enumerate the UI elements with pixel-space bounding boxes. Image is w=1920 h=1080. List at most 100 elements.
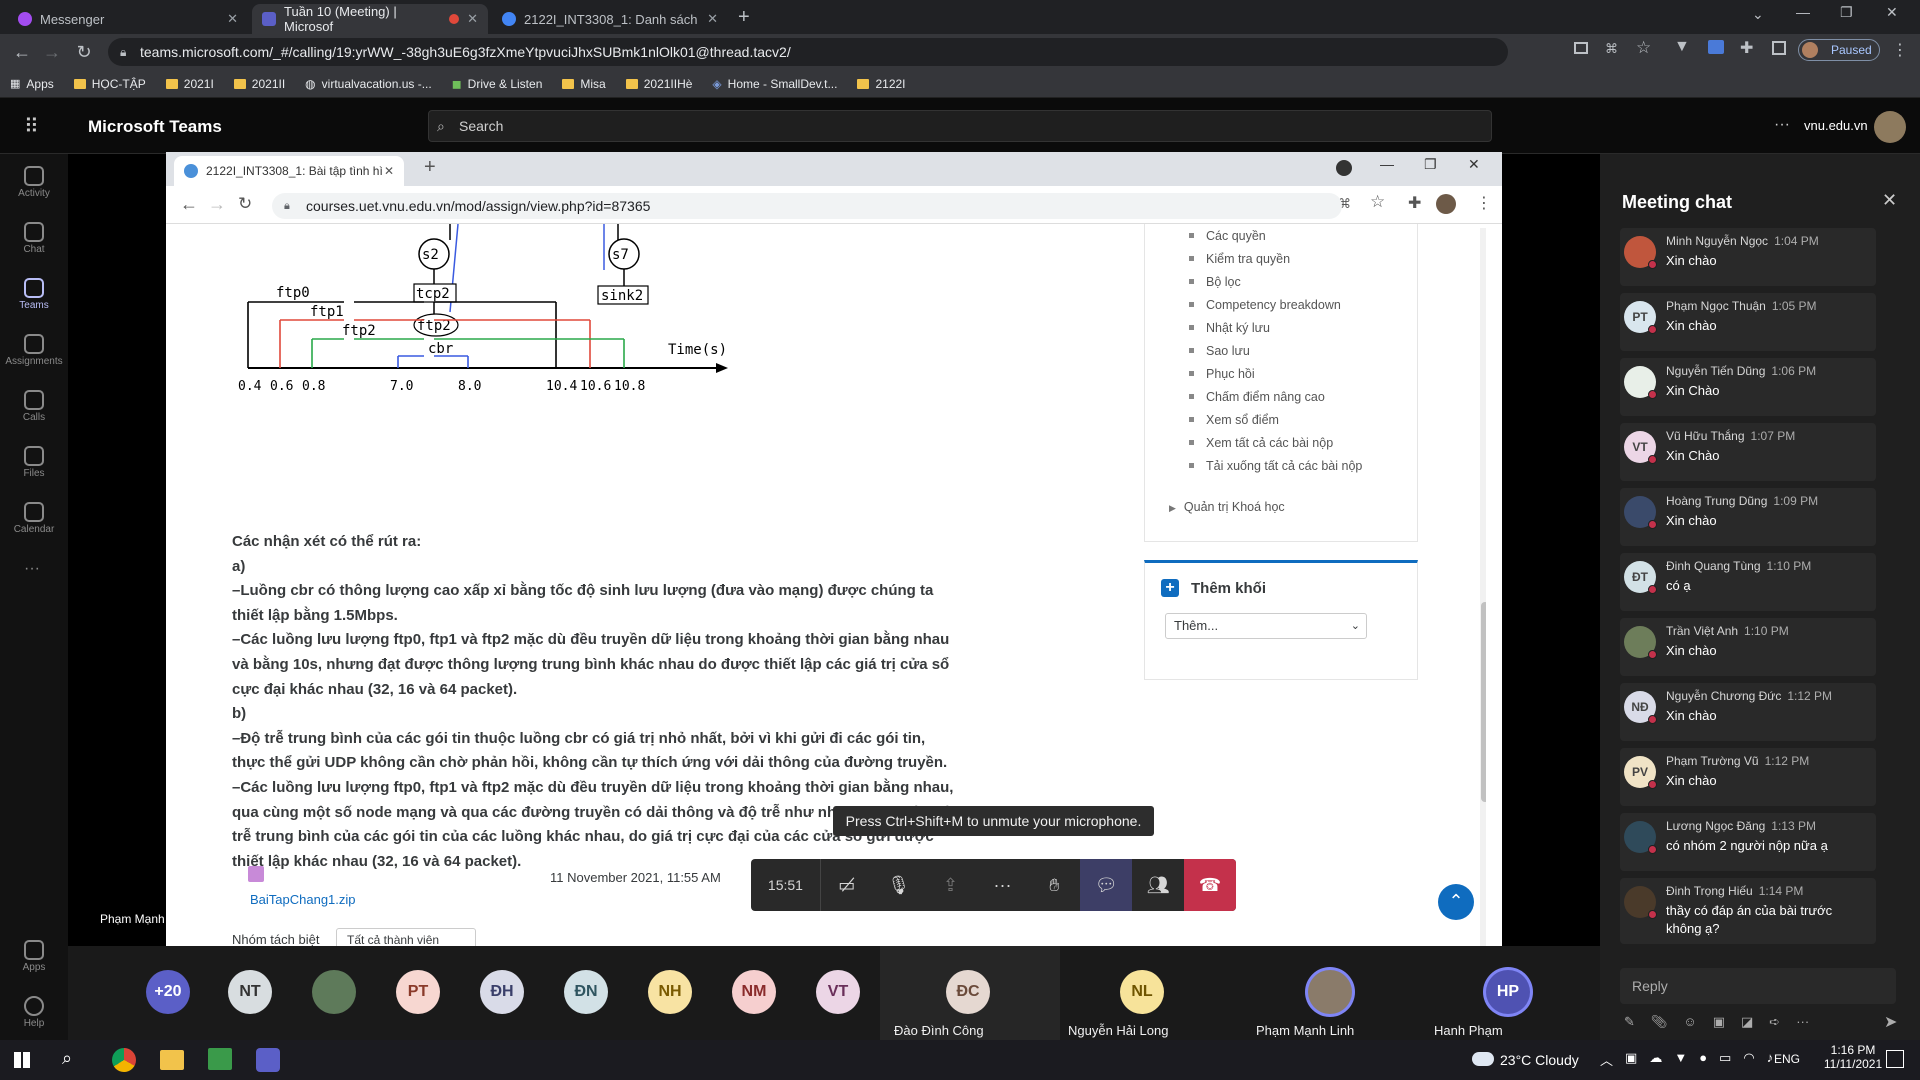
participant-avatar[interactable] [312, 970, 356, 1014]
chat-message[interactable]: Hoàng Trung Dũng 1:09 PM Xin chào [1620, 488, 1876, 546]
participant-avatar[interactable]: +20 [146, 970, 190, 1014]
bookmark-folder[interactable]: 2021II [233, 77, 285, 91]
reload-icon[interactable]: ↻ [72, 40, 96, 64]
bookmark-link[interactable]: ◈ Home - SmallDev.t... [712, 77, 837, 91]
bookmark-folder[interactable]: 2122I [857, 77, 906, 91]
rail-files[interactable]: Files [0, 440, 68, 496]
restore-icon[interactable]: ❐ [1424, 156, 1437, 173]
clock[interactable]: 1:16 PM 11/11/2021 [1822, 1043, 1884, 1071]
rail-chat[interactable]: Chat [0, 216, 68, 272]
close-tab-icon[interactable]: ✕ [707, 11, 718, 27]
more-icon[interactable]: ··· [1796, 1014, 1809, 1030]
chat-message[interactable]: PT Phạm Ngọc Thuận 1:05 PM Xin chào [1620, 293, 1876, 351]
format-icon[interactable]: ✎ [1624, 1014, 1635, 1030]
rail-calls[interactable]: Calls [0, 384, 68, 440]
group-select[interactable]: Tất cả thành viên [336, 928, 476, 946]
menu-item[interactable]: Nhật ký lưu [1189, 316, 1417, 339]
wifi-icon[interactable]: ◠ [1743, 1050, 1754, 1069]
hang-up-button[interactable]: ☎︎ [1184, 859, 1236, 911]
chevron-up-icon[interactable]: ︿ [1600, 1050, 1613, 1069]
new-tab-icon[interactable]: + [738, 6, 750, 29]
app-launcher-icon[interactable]: ⠿ [24, 114, 40, 139]
raise-hand-button[interactable]: ✋︎ [1028, 859, 1080, 911]
extensions-puzzle-icon[interactable]: ✚ [1408, 193, 1421, 213]
reload-icon[interactable]: ↻ [238, 194, 252, 214]
close-window-icon[interactable]: ✕ [1886, 4, 1898, 21]
bookmark-star-icon[interactable]: ☆ [1370, 192, 1385, 212]
tray-app-icon[interactable]: ▣ [1625, 1050, 1637, 1069]
rail-help[interactable]: Help [0, 990, 68, 1046]
chat-message[interactable]: Nguyễn Tiến Dũng 1:06 PM Xin Chào [1620, 358, 1876, 416]
menu-item[interactable]: Tải xuống tất cả các bài nộp [1189, 454, 1417, 477]
camera-off-button[interactable]: ▭̸ [821, 859, 873, 911]
minimize-icon[interactable]: — [1380, 156, 1394, 172]
more-actions-button[interactable]: ··· [977, 859, 1029, 911]
chrome-menu-icon[interactable]: ⋮ [1476, 193, 1492, 213]
restore-icon[interactable]: ❐ [1840, 4, 1853, 21]
chrome-menu-icon[interactable]: ⋮ [1892, 40, 1908, 60]
windows-start-icon[interactable] [14, 1052, 30, 1068]
chat-message[interactable]: Lương Ngọc Đăng 1:13 PM có nhóm 2 người nộ… [1620, 813, 1876, 871]
menu-item[interactable]: Xem tất cả các bài nộp [1189, 431, 1417, 454]
chat-message[interactable]: ĐT Đinh Quang Tùng 1:10 PM có ạ [1620, 553, 1876, 611]
scroll-to-top-button[interactable]: ⌃ [1438, 884, 1474, 920]
back-icon[interactable]: ← [180, 194, 198, 215]
bookmark-star-icon[interactable]: ☆ [1636, 38, 1651, 58]
participant-avatar[interactable]: VT [816, 970, 860, 1014]
emoji-icon[interactable]: ☺ [1683, 1014, 1696, 1030]
app-taskbar-icon[interactable] [208, 1048, 232, 1070]
more-apps-icon[interactable]: ··· [24, 560, 40, 578]
page-scrollbar[interactable] [1480, 228, 1486, 946]
menu-item[interactable]: Kiểm tra quyền [1189, 247, 1417, 270]
participant-avatar[interactable]: PT [396, 970, 440, 1014]
profile-button[interactable]: Paused [1798, 39, 1880, 61]
rail-apps[interactable]: Apps [0, 934, 68, 990]
admin-course-link[interactable]: ▶ Quản trị Khoá học [1169, 500, 1285, 514]
tab-teams-meeting[interactable]: Tuần 10 (Meeting) | Microsof ✕ [252, 4, 488, 34]
forward-icon[interactable]: → [40, 40, 64, 64]
tab-courses[interactable]: 2122I_INT3308_1: Danh sách th... ✕ [492, 4, 728, 34]
rail-activity[interactable]: Activity [0, 160, 68, 216]
rail-calendar[interactable]: Calendar [0, 496, 68, 552]
chat-message[interactable]: NĐ Nguyễn Chương Đức 1:12 PM Xin chào [1620, 683, 1876, 741]
menu-item[interactable]: Phục hồi [1189, 362, 1417, 385]
participant-avatar[interactable]: NT [228, 970, 272, 1014]
participants-button[interactable]: 👥︎ [1132, 859, 1184, 911]
attachment-link[interactable]: BaiTapChang1.zip [250, 892, 356, 907]
menu-item[interactable]: Bộ lọc [1189, 270, 1417, 293]
explorer-taskbar-icon[interactable] [160, 1050, 184, 1070]
close-tab-icon[interactable]: ✕ [227, 11, 238, 27]
user-avatar[interactable] [1874, 111, 1906, 143]
add-block-select[interactable]: Thêm... ⌄ [1165, 613, 1367, 639]
gif-icon[interactable]: ▣ [1713, 1014, 1725, 1030]
bookmark-folder[interactable]: 2021IIHè [625, 77, 692, 91]
menu-item[interactable]: Competency breakdown [1189, 293, 1417, 316]
chat-message[interactable]: Đinh Trọng Hiếu 1:14 PM thầy có đáp án của… [1620, 878, 1876, 944]
bookmark-folder[interactable]: 2021I [165, 77, 214, 91]
weather-text[interactable]: 23°C Cloudy [1500, 1052, 1579, 1068]
rail-teams[interactable]: Teams [0, 272, 68, 328]
chat-message[interactable]: PV Phạm Trường Vũ 1:12 PM Xin chào [1620, 748, 1876, 806]
participant-avatar[interactable]: HP [1486, 970, 1530, 1014]
bookmark-link[interactable]: ◼ Drive & Listen [452, 77, 543, 91]
shared-url-bar[interactable]: 🔒︎ courses.uet.vnu.edu.vn/mod/assign/vie… [272, 193, 1342, 219]
participant-avatar[interactable]: ĐC [946, 970, 990, 1014]
close-tab-icon[interactable]: ✕ [384, 156, 394, 186]
scroll-thumb[interactable] [1481, 602, 1486, 802]
tab-search-icon[interactable] [1336, 160, 1352, 176]
volume-icon[interactable]: ♪ [1767, 1050, 1774, 1069]
chat-message[interactable]: VT Vũ Hữu Thắng 1:07 PM Xin Chào [1620, 423, 1876, 481]
bookmark-folder[interactable]: HỌC-TẬP [73, 77, 146, 91]
tab-messenger[interactable]: Messenger ✕ [8, 4, 248, 34]
participant-avatar[interactable]: NM [732, 970, 776, 1014]
back-icon[interactable]: ← [10, 40, 34, 64]
bookmark-apps[interactable]: ▦ Apps [10, 77, 54, 91]
reply-input[interactable]: Reply [1620, 968, 1896, 1004]
battery-icon[interactable]: ▭ [1719, 1050, 1731, 1069]
notifications-icon[interactable] [1886, 1050, 1904, 1068]
mic-icon[interactable]: ● [1699, 1050, 1707, 1069]
menu-item[interactable]: Các quyền [1189, 224, 1417, 247]
rail-assignments[interactable]: Assignments [0, 328, 68, 384]
attach-icon[interactable]: 📎︎ [1651, 1014, 1668, 1030]
chat-message[interactable]: Minh Nguyễn Ngọc 1:04 PM Xin chào [1620, 228, 1876, 286]
